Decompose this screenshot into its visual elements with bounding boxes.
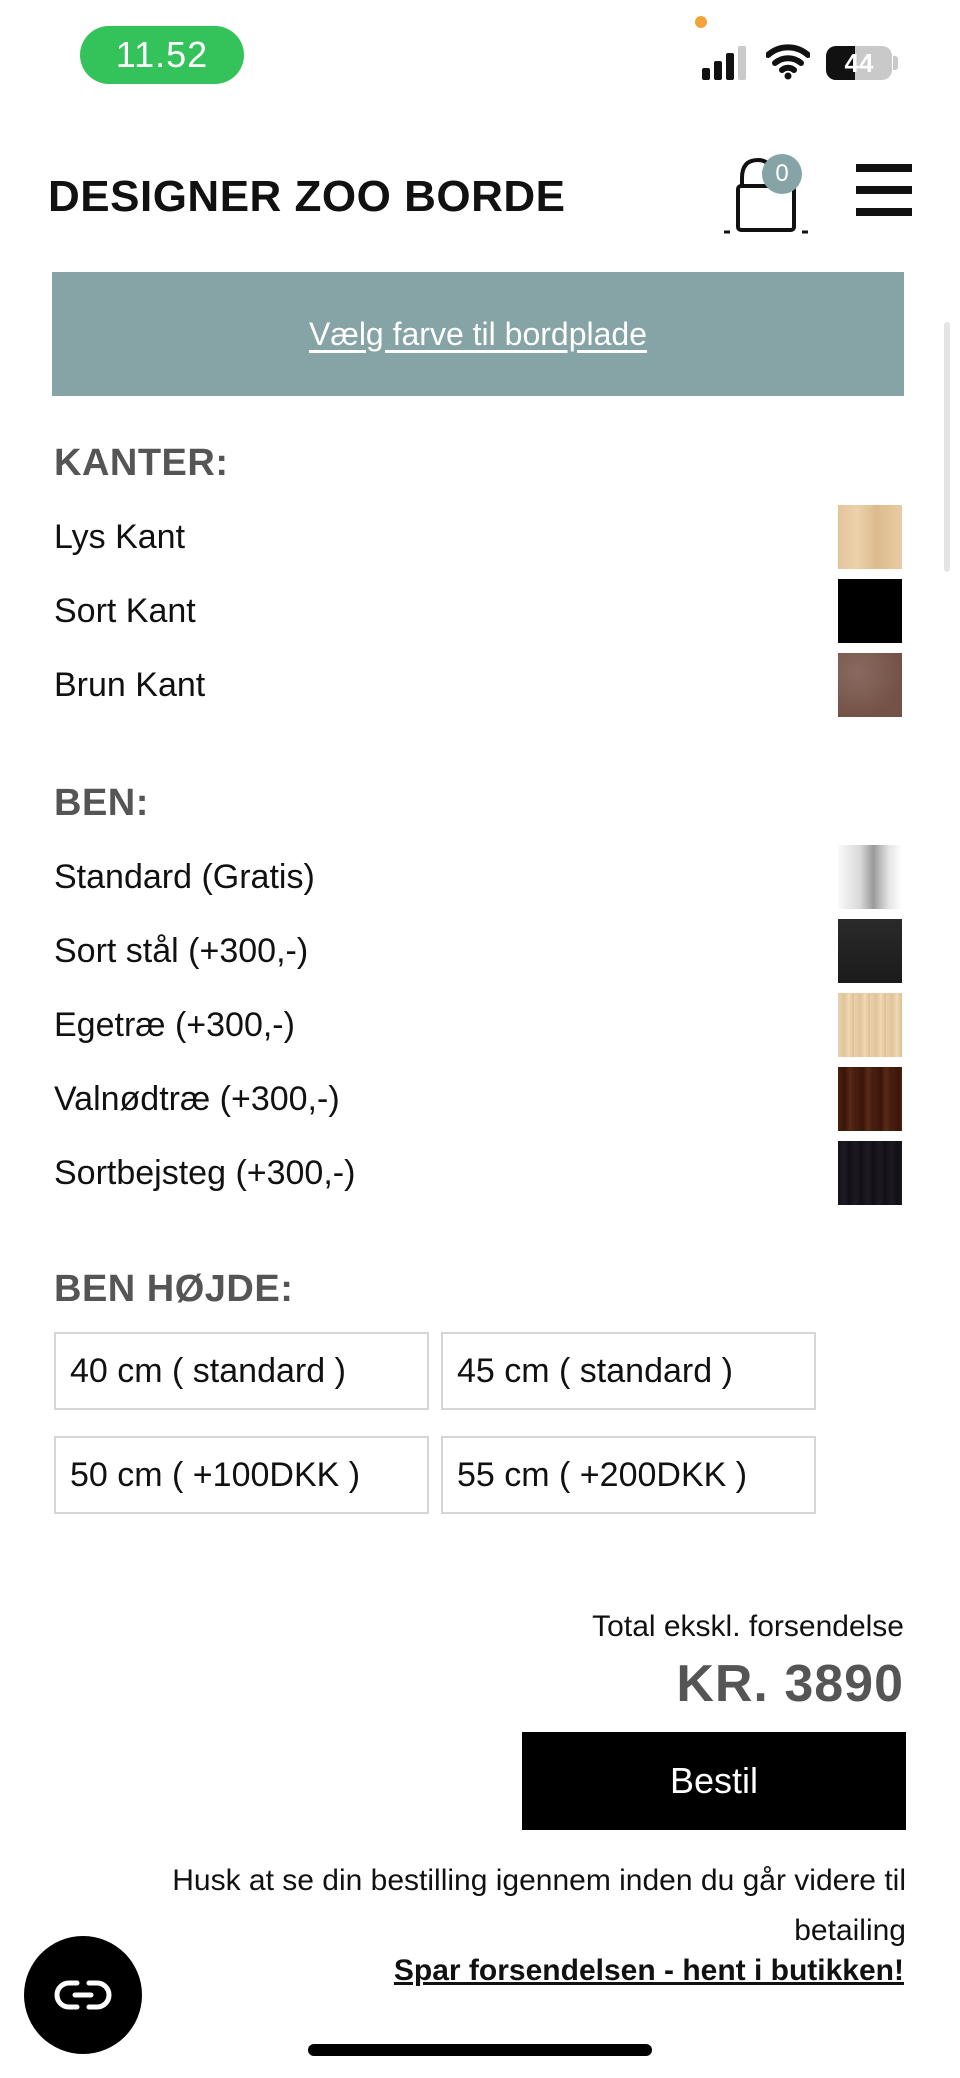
leg-option-oak[interactable]: Egetræ (+300,-)	[54, 988, 902, 1062]
edges-option-list: Lys Kant Sort Kant Brun Kant	[54, 500, 902, 722]
option-label: Egetræ (+300,-)	[54, 1005, 295, 1044]
leg-option-standard[interactable]: Standard (Gratis)	[54, 840, 902, 914]
height-option-50cm[interactable]: 50 cm ( +100DKK )	[54, 1436, 429, 1514]
cellular-signal-icon	[702, 46, 746, 80]
oak-leg-swatch[interactable]	[838, 993, 902, 1057]
black-steel-leg-swatch[interactable]	[838, 919, 902, 983]
leg-option-black-steel[interactable]: Sort stål (+300,-)	[54, 914, 902, 988]
walnut-leg-swatch[interactable]	[838, 1067, 902, 1131]
edge-option-light[interactable]: Lys Kant	[54, 500, 902, 574]
order-button[interactable]: Bestil	[522, 1732, 906, 1830]
choose-tabletop-color-banner[interactable]: Vælg farve til bordplade	[52, 272, 904, 396]
light-edge-swatch[interactable]	[838, 505, 902, 569]
status-time: 11.52	[80, 26, 244, 84]
chrome-leg-swatch[interactable]	[838, 845, 902, 909]
edge-option-black[interactable]: Sort Kant	[54, 574, 902, 648]
scroll-indicator[interactable]	[944, 322, 950, 572]
option-label: Standard (Gratis)	[54, 857, 315, 896]
store-pickup-link[interactable]: Spar forsendelsen - hent i butikken!	[394, 1954, 904, 1988]
leg-height-options: 40 cm ( standard ) 45 cm ( standard ) 50…	[54, 1332, 816, 1540]
option-label: Brun Kant	[54, 665, 206, 704]
option-label: Sortbejsteg (+300,-)	[54, 1153, 356, 1192]
choose-tabletop-color-link[interactable]: Vælg farve til bordplade	[309, 316, 647, 353]
black-edge-swatch[interactable]	[838, 579, 902, 643]
cart-count-badge: 0	[762, 154, 802, 194]
battery-icon: 44	[826, 46, 892, 80]
option-label: Sort Kant	[54, 591, 196, 630]
leg-option-black-stained[interactable]: Sortbejsteg (+300,-)	[54, 1136, 902, 1210]
battery-tip	[893, 56, 898, 70]
height-option-55cm[interactable]: 55 cm ( +200DKK )	[441, 1436, 816, 1514]
height-option-40cm[interactable]: 40 cm ( standard )	[54, 1332, 429, 1410]
battery-percentage: 44	[844, 47, 874, 78]
wifi-icon	[766, 44, 810, 80]
total-price: KR. 3890	[676, 1655, 904, 1713]
edges-heading: KANTER:	[54, 442, 229, 484]
review-order-note: Husk at se din bestilling igennem inden …	[172, 1864, 906, 1947]
option-label: Lys Kant	[54, 517, 186, 556]
brown-edge-swatch[interactable]	[838, 653, 902, 717]
leg-option-walnut[interactable]: Valnødtræ (+300,-)	[54, 1062, 902, 1136]
black-stained-leg-swatch[interactable]	[838, 1141, 902, 1205]
privacy-indicator-dot	[695, 16, 707, 28]
leg-height-heading: BEN HØJDE:	[54, 1268, 294, 1310]
site-title[interactable]: DESIGNER ZOO BORDE	[48, 172, 566, 222]
option-label: Sort stål (+300,-)	[54, 931, 309, 970]
status-bar: 11.52 44	[0, 0, 960, 110]
product-configurator-page: 11.52 44 DESIGNER ZOO BORDE 0 Vælg farve…	[0, 0, 960, 2078]
height-option-45cm[interactable]: 45 cm ( standard )	[441, 1332, 816, 1410]
hamburger-menu-icon[interactable]	[856, 164, 912, 216]
legs-option-list: Standard (Gratis) Sort stål (+300,-) Ege…	[54, 840, 902, 1210]
home-indicator[interactable]	[308, 2044, 652, 2056]
legs-heading: BEN:	[54, 782, 149, 824]
chat-button[interactable]	[24, 1936, 142, 2054]
edge-option-brown[interactable]: Brun Kant	[54, 648, 902, 722]
option-label: Valnødtræ (+300,-)	[54, 1079, 340, 1118]
chat-link-icon	[54, 1980, 112, 2010]
total-label: Total ekskl. forsendelse	[592, 1610, 904, 1643]
